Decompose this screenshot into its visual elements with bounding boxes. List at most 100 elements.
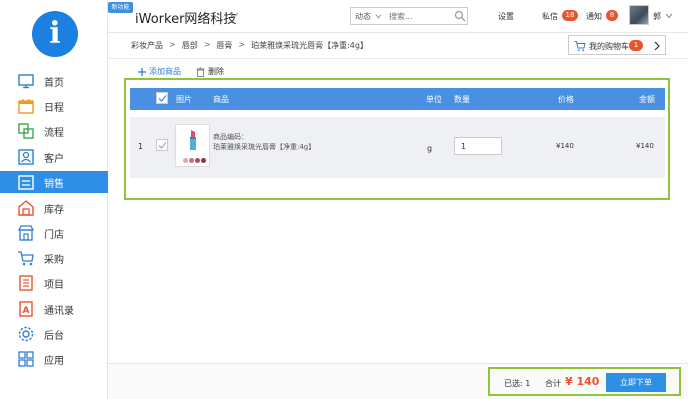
cart-label: 我的购物车 xyxy=(589,42,629,51)
amount-cell: ¥140 xyxy=(636,142,654,150)
total-value: ¥ 140 xyxy=(565,375,600,388)
place-order-button[interactable]: 立即下单 xyxy=(606,373,666,392)
breadcrumb: 彩妆产品 > 唇部 > 唇膏 > 珀莱雅焕采琉光唇膏【净重:4g】 xyxy=(131,40,368,51)
breadcrumb-item[interactable]: 唇膏 xyxy=(216,40,232,51)
product-table: 图片 商品 单位 数量 价格 金额 1 商品编码： 珀莱雅焕采琉光唇膏【净重:4… xyxy=(124,78,670,200)
top-header: 新功能 iWorker网络科技 动态 设置 私信 18 通知 8 郭 xyxy=(108,0,688,33)
sidebar-item-label: 日程 xyxy=(44,103,64,114)
cart-count-badge: 1 xyxy=(629,40,643,51)
sidebar: i 首页 日程 流程 客户 销售 库存 门店 采购 项目 A 通讯录 后台 应用 xyxy=(0,0,108,399)
search-icon[interactable] xyxy=(454,10,466,22)
lipstick-image xyxy=(190,130,196,150)
total-label: 合计 xyxy=(545,379,561,388)
sidebar-item-store[interactable]: 门店 xyxy=(0,222,108,244)
search-box: 动态 xyxy=(350,7,468,25)
search-scope-select[interactable]: 动态 xyxy=(355,11,371,22)
sidebar-item-label: 应用 xyxy=(44,356,64,367)
breadcrumb-bar: 彩妆产品 > 唇部 > 唇膏 > 珀莱雅焕采琉光唇膏【净重:4g】 我的购物车 … xyxy=(108,33,688,59)
messages-count-badge: 18 xyxy=(562,10,578,21)
new-feature-badge[interactable]: 新功能 xyxy=(108,2,133,13)
sidebar-item-label: 客户 xyxy=(44,154,64,165)
flow-icon xyxy=(18,123,34,139)
color-swatch xyxy=(195,158,200,163)
sidebar-item-sales[interactable]: 销售 xyxy=(0,171,108,193)
apps-icon xyxy=(18,351,34,367)
breadcrumb-item[interactable]: 彩妆产品 xyxy=(131,40,163,51)
breadcrumb-current: 珀莱雅焕采琉光唇膏【净重:4g】 xyxy=(251,41,368,50)
check-icon xyxy=(158,142,167,149)
chevron-down-icon[interactable] xyxy=(665,12,673,20)
sidebar-item-label: 首页 xyxy=(44,78,64,89)
sidebar-item-process[interactable]: 流程 xyxy=(0,120,108,142)
customer-icon xyxy=(18,149,34,165)
add-product-button[interactable]: 添加商品 xyxy=(137,66,181,77)
product-name[interactable]: 珀莱雅焕采琉光唇膏【净重:4g】 xyxy=(213,142,315,152)
avatar[interactable] xyxy=(629,5,649,25)
notifications-count-badge: 8 xyxy=(606,10,618,21)
column-header-price: 价格 xyxy=(558,95,574,104)
chevron-down-icon[interactable] xyxy=(229,10,239,20)
sidebar-item-backend[interactable]: 后台 xyxy=(0,323,108,345)
cart-icon xyxy=(18,251,34,266)
settings-link[interactable]: 设置 xyxy=(498,11,514,22)
table-row[interactable]: 1 商品编码： 珀莱雅焕采琉光唇膏【净重:4g】 g ¥140 ¥140 xyxy=(130,117,665,178)
gear-icon xyxy=(18,326,34,342)
product-code-label: 商品编码： xyxy=(213,133,248,141)
sidebar-item-label: 项目 xyxy=(44,280,64,291)
column-header-quantity: 数量 xyxy=(454,95,470,104)
sidebar-item-label: 通讯录 xyxy=(44,306,74,317)
select-all-checkbox[interactable] xyxy=(156,92,168,104)
check-icon xyxy=(158,95,167,102)
delete-button[interactable]: 删除 xyxy=(196,66,224,77)
unit-cell: g xyxy=(427,144,433,153)
search-input[interactable] xyxy=(389,10,449,22)
breadcrumb-separator: > xyxy=(169,40,176,49)
app-logo[interactable]: i xyxy=(32,11,78,57)
sidebar-item-home[interactable]: 首页 xyxy=(0,70,108,92)
calendar-icon xyxy=(18,99,34,114)
sidebar-item-label: 库存 xyxy=(44,205,64,216)
order-summary: 已选: 1 合计 ¥ 140 立即下单 xyxy=(488,367,681,396)
project-icon xyxy=(19,275,33,291)
color-swatch xyxy=(189,158,194,163)
svg-text:A: A xyxy=(23,306,30,316)
user-name[interactable]: 郭 xyxy=(653,11,661,22)
my-cart-button[interactable]: 我的购物车 1 xyxy=(568,35,666,55)
quantity-input[interactable] xyxy=(454,137,502,155)
sidebar-item-label: 流程 xyxy=(44,128,64,139)
company-name[interactable]: iWorker网络科技 xyxy=(135,8,236,27)
breadcrumb-separator: > xyxy=(238,40,246,49)
chevron-down-icon[interactable] xyxy=(375,13,382,20)
sidebar-item-label: 采购 xyxy=(44,255,64,266)
column-header-product: 商品 xyxy=(213,95,229,104)
sidebar-item-contacts[interactable]: A 通讯录 xyxy=(0,298,108,320)
contacts-icon: A xyxy=(19,301,33,317)
trash-icon xyxy=(196,66,205,77)
notifications-link[interactable]: 通知 xyxy=(586,11,602,22)
selected-count: 已选: 1 xyxy=(504,379,531,388)
store-icon xyxy=(17,225,35,241)
delete-label: 删除 xyxy=(208,67,224,76)
table-header: 图片 商品 单位 数量 价格 金额 xyxy=(130,88,665,110)
price-cell: ¥140 xyxy=(556,142,574,150)
sidebar-item-customer[interactable]: 客户 xyxy=(0,146,108,168)
chevron-right-icon xyxy=(654,41,660,51)
sidebar-item-label: 销售 xyxy=(44,179,64,190)
column-header-unit: 单位 xyxy=(426,95,442,104)
plus-icon xyxy=(138,67,146,76)
sidebar-item-inventory[interactable]: 库存 xyxy=(0,197,108,219)
sidebar-item-apps[interactable]: 应用 xyxy=(0,348,108,370)
color-swatch xyxy=(183,158,188,163)
product-thumbnail[interactable] xyxy=(175,124,210,167)
breadcrumb-item[interactable]: 唇部 xyxy=(182,40,198,51)
messages-link[interactable]: 私信 xyxy=(542,11,558,22)
row-checkbox[interactable] xyxy=(156,139,168,151)
add-product-label: 添加商品 xyxy=(149,67,181,76)
sidebar-item-label: 门店 xyxy=(44,230,64,241)
sidebar-item-schedule[interactable]: 日程 xyxy=(0,95,108,117)
row-index: 1 xyxy=(138,142,144,151)
sidebar-item-purchase[interactable]: 采购 xyxy=(0,247,108,269)
sidebar-item-label: 后台 xyxy=(44,331,64,342)
column-header-amount: 金额 xyxy=(639,95,655,104)
sidebar-item-project[interactable]: 项目 xyxy=(0,272,108,294)
